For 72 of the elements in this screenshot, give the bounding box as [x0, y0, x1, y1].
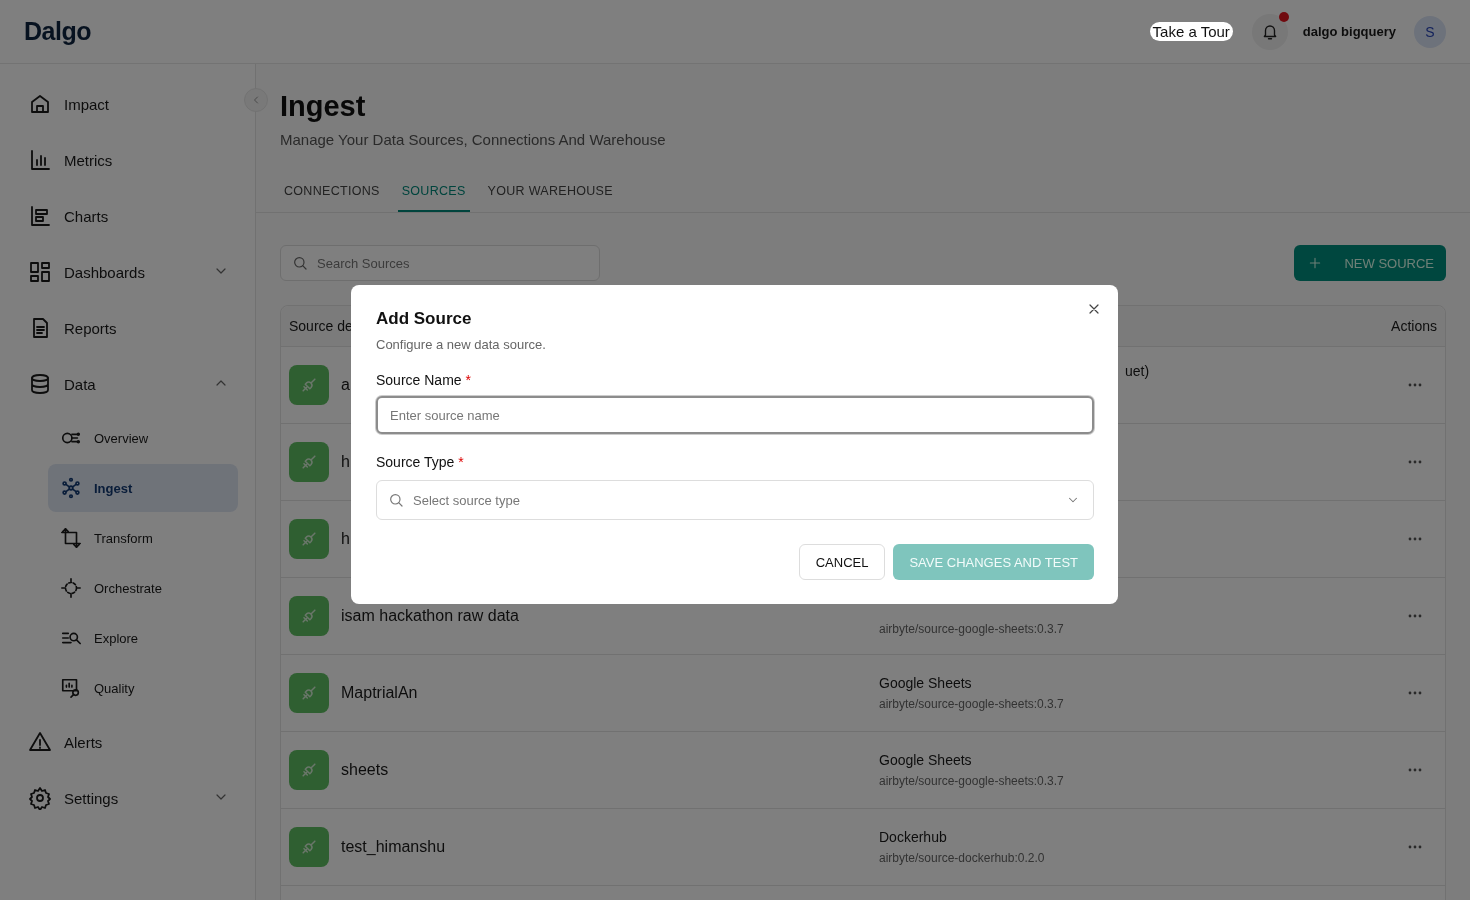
- tab[interactable]: SOURCES: [397, 172, 470, 212]
- chart-icon: [28, 204, 52, 228]
- dialog-title: Add Source: [376, 308, 473, 330]
- new-source-button[interactable]: NEW SOURCE: [1294, 245, 1446, 281]
- notification-button[interactable]: [1251, 13, 1288, 50]
- more-icon: [1408, 691, 1422, 695]
- required-mark: *: [465, 372, 472, 388]
- field-label: Source Type: [376, 454, 455, 470]
- dialog-subtitle: Configure a new data source.: [376, 337, 547, 352]
- search-icon: [388, 492, 404, 508]
- required-mark: *: [458, 454, 464, 470]
- more-icon: [1408, 768, 1422, 772]
- sidebar-item[interactable]: Metrics: [0, 132, 255, 188]
- source-name: test_himanshu: [341, 838, 446, 856]
- search-field[interactable]: Search Sources: [280, 245, 600, 281]
- page-subtitle: Manage Your Data Sources, Connections And Warehouse: [280, 130, 667, 150]
- page-title: Ingest: [280, 89, 367, 124]
- sidebar-subitem[interactable]: Transform: [48, 514, 238, 562]
- tour-button[interactable]: Take a Tour: [1149, 22, 1233, 41]
- source-name: h: [341, 530, 350, 548]
- sidebar-subitem[interactable]: Ingest: [48, 464, 238, 512]
- more-icon: [1408, 537, 1422, 541]
- crop-arrows-icon: [60, 527, 82, 549]
- source-name: MaptrialAn: [341, 684, 418, 702]
- sidebar-item[interactable]: Data: [0, 356, 255, 412]
- more-icon: [1408, 845, 1422, 849]
- source-type: Google Sheets: [879, 675, 973, 691]
- sidebar-item[interactable]: Dashboards: [0, 244, 255, 300]
- search-icon: [292, 255, 308, 271]
- sidebar-item[interactable]: Alerts: [0, 714, 255, 770]
- plus-icon: [1308, 256, 1323, 270]
- column-header: Actions: [1390, 318, 1438, 334]
- database-icon: [28, 372, 52, 396]
- source-name: h: [341, 453, 350, 471]
- tab[interactable]: CONNECTIONS: [280, 172, 384, 212]
- connector-version: airbyte/source-google-sheets:0.3.7: [879, 622, 1065, 636]
- source-name: sheets: [341, 761, 389, 779]
- sidebar-subitem[interactable]: Quality: [48, 664, 238, 712]
- source-type: Dockerhub: [879, 829, 948, 845]
- sidebar-subitem[interactable]: Explore: [48, 614, 238, 662]
- more-icon: [1408, 460, 1422, 464]
- source-type-select[interactable]: Select source type: [376, 480, 1094, 520]
- bar-chart-icon: [28, 148, 52, 172]
- logo: Dalgo: [24, 17, 91, 46]
- source-type: Google Sheets: [879, 752, 973, 768]
- source-name: isam hackathon raw data: [341, 607, 519, 625]
- settings-icon: [28, 786, 52, 810]
- dashboard-icon: [28, 260, 52, 284]
- sidebar-item[interactable]: Reports: [0, 300, 255, 356]
- field-label: Source Name: [376, 372, 462, 388]
- monitor-search-icon: [60, 677, 82, 699]
- source-name-field[interactable]: Enter source name: [376, 396, 1094, 434]
- connector-version: airbyte/source-google-sheets:0.3.7: [879, 774, 1065, 788]
- sidebar-item[interactable]: Impact: [0, 76, 255, 132]
- gear-outline-icon: [60, 577, 82, 599]
- sidebar-subitem[interactable]: Overview: [48, 414, 238, 462]
- source-type: uet): [1124, 363, 1151, 379]
- cancel-button[interactable]: CANCEL: [798, 544, 886, 580]
- user-name: dalgo bigquery: [1302, 24, 1396, 39]
- source-name: a: [341, 376, 350, 394]
- warning-icon: [28, 730, 52, 754]
- sidebar-item[interactable]: Charts: [0, 188, 255, 244]
- connector-version: airbyte/source-dockerhub:0.2.0: [879, 851, 1046, 865]
- user-avatar[interactable]: S: [1414, 15, 1446, 48]
- connector-version: airbyte/source-google-sheets:0.3.7: [879, 697, 1065, 711]
- sidebar-subitem[interactable]: Orchestrate: [48, 564, 238, 612]
- network-icon: [60, 477, 82, 499]
- tab[interactable]: YOUR WAREHOUSE: [483, 172, 617, 212]
- sidebar-item[interactable]: Settings: [0, 770, 255, 826]
- more-icon: [1408, 383, 1422, 387]
- home-icon: [28, 92, 52, 116]
- more-icon: [1408, 614, 1422, 618]
